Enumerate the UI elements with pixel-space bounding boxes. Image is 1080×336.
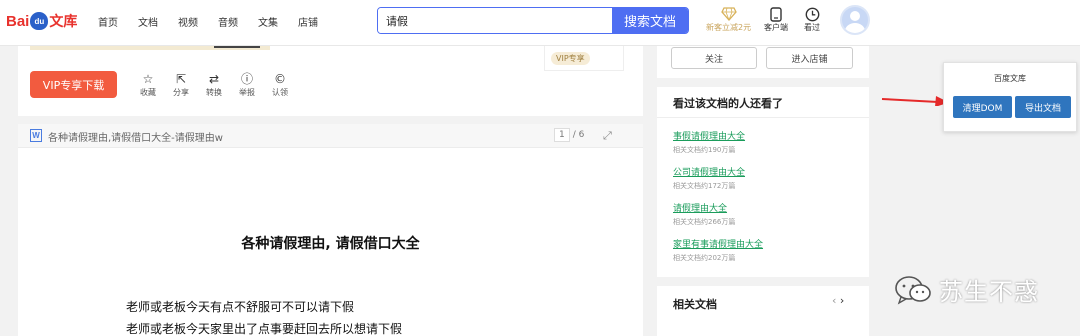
nav-collections[interactable]: 文集 <box>258 14 278 29</box>
share-label: 分享 <box>173 88 189 97</box>
logo-bai-text: Bai <box>6 12 30 30</box>
history-label: 看过 <box>804 23 820 32</box>
convert-icon: ⇄ <box>208 72 220 86</box>
list-item-title[interactable]: 事假请假理由大全 <box>673 129 745 142</box>
logo-wenku-text: 文库 <box>49 14 78 30</box>
nav-audio[interactable]: 音频 <box>218 14 238 29</box>
follow-button[interactable]: 关注 <box>671 47 757 69</box>
shop-card: 关注 进入店铺 <box>657 46 869 78</box>
client-label: 客户端 <box>764 23 788 32</box>
doc-actions: ☆ 收藏 ⇱ 分享 ⇄ 转换 ⓘ 举报 © 认领 <box>138 72 290 98</box>
user-avatar[interactable] <box>840 5 870 35</box>
doc-line: 老师或老板今天家里出了点事要赶回去所以想请下假 <box>126 322 403 336</box>
also-viewed-title: 看过该文档的人还看了 <box>673 97 783 110</box>
wechat-watermark: 苏生不惑 <box>893 272 1039 307</box>
page-indicator: 1 / 6 <box>554 128 584 142</box>
expand-icon[interactable]: ⤢ <box>603 129 612 143</box>
list-item-title[interactable]: 家里有事请假理由大全 <box>673 237 763 250</box>
related-pager: ‹ › <box>832 294 844 307</box>
banner-strip-dark <box>214 46 260 48</box>
doc-heading: 各种请假理由, 请假借口大全 <box>241 236 420 252</box>
doc-bar-title: 各种请假理由,请假借口大全-请假理由w <box>48 133 223 144</box>
search-input[interactable] <box>378 8 612 33</box>
main-nav: 首页 文档 视频 音频 文集 店铺 <box>98 14 318 29</box>
list-item[interactable]: 家里有事请假理由大全 相关文档约202万篇 <box>673 237 763 263</box>
share-action[interactable]: ⇱ 分享 <box>171 72 191 98</box>
search-box: 搜索文档 <box>377 7 689 34</box>
baidu-wenku-logo[interactable]: Bai du 文库 <box>6 7 77 35</box>
page-current-input[interactable]: 1 <box>554 128 570 142</box>
page-total: / 6 <box>572 130 585 140</box>
extension-title: 百度文库 <box>994 74 1026 83</box>
list-item-title[interactable]: 公司请假理由大全 <box>673 165 745 178</box>
nav-shops[interactable]: 店铺 <box>298 14 318 29</box>
also-viewed-card: 看过该文档的人还看了 事假请假理由大全 相关文档约190万篇 公司请假理由大全 … <box>657 87 869 277</box>
list-item[interactable]: 公司请假理由大全 相关文档约172万篇 <box>673 165 745 191</box>
doc-line: 老师或老板今天有点不舒服可不可以请下假 <box>126 300 355 314</box>
client-download[interactable]: 客户端 <box>764 6 788 33</box>
alert-icon: ⓘ <box>240 72 253 86</box>
vip-promo[interactable]: 新客立减2元 <box>706 6 751 33</box>
report-action[interactable]: ⓘ 举报 <box>237 72 257 98</box>
favorite-action[interactable]: ☆ 收藏 <box>138 72 158 98</box>
logo-paw-icon: du <box>30 12 49 30</box>
convert-action[interactable]: ⇄ 转换 <box>204 72 224 98</box>
list-item-subtitle: 相关文档约266万篇 <box>673 218 736 226</box>
nav-video[interactable]: 视频 <box>178 14 198 29</box>
doc-info-panel: VIP专享 VIP专享下载 ☆ 收藏 ⇱ 分享 ⇄ 转换 ⓘ 举报 © 认领 <box>18 46 643 116</box>
top-header: Bai du 文库 首页 文档 视频 音频 文集 店铺 搜索文档 新客立减2元 … <box>0 0 1080 46</box>
vip-download-button[interactable]: VIP专享下载 <box>30 71 117 98</box>
claim-label: 认领 <box>272 88 288 97</box>
list-item-subtitle: 相关文档约172万篇 <box>673 182 736 190</box>
phone-icon <box>768 6 784 22</box>
chevron-right-icon[interactable]: › <box>840 294 844 307</box>
vip-thumbnail[interactable]: VIP专享 <box>544 46 624 71</box>
vip-promo-text: 新客立减2元 <box>706 23 752 32</box>
clock-icon <box>804 6 820 22</box>
favorite-label: 收藏 <box>140 88 156 97</box>
convert-label: 转换 <box>206 88 222 97</box>
export-doc-button[interactable]: 导出文档 <box>1015 96 1071 118</box>
history[interactable]: 看过 <box>804 6 820 33</box>
clean-dom-button[interactable]: 清理DOM <box>953 96 1012 118</box>
related-docs-title: 相关文档 <box>673 298 717 311</box>
vip-thumb-label: VIP专享 <box>551 52 590 65</box>
enter-shop-button[interactable]: 进入店铺 <box>766 47 853 69</box>
claim-action[interactable]: © 认领 <box>270 72 290 98</box>
red-arrow-annotation <box>881 96 949 106</box>
related-docs-card: 相关文档 ‹ › <box>657 286 869 336</box>
divider <box>657 117 869 118</box>
nav-docs[interactable]: 文档 <box>138 14 158 29</box>
chevron-left-icon[interactable]: ‹ <box>832 294 836 307</box>
wechat-icon <box>895 275 931 305</box>
extension-popup: 百度文库 清理DOM 导出文档 <box>943 62 1077 132</box>
report-label: 举报 <box>239 88 255 97</box>
list-item[interactable]: 请假理由大全 相关文档约266万篇 <box>673 201 735 227</box>
star-icon: ☆ <box>142 72 154 86</box>
watermark-text: 苏生不惑 <box>939 278 1039 306</box>
list-item-subtitle: 相关文档约202万篇 <box>673 254 736 262</box>
share-icon: ⇱ <box>175 72 187 86</box>
diamond-icon <box>720 6 737 22</box>
list-item-title[interactable]: 请假理由大全 <box>673 201 735 214</box>
nav-home[interactable]: 首页 <box>98 14 118 29</box>
list-item-subtitle: 相关文档约190万篇 <box>673 146 736 154</box>
copyright-icon: © <box>274 72 286 86</box>
doc-title-bar: W 各种请假理由,请假借口大全-请假理由w 1 / 6 ⤢ <box>18 124 643 148</box>
list-item[interactable]: 事假请假理由大全 相关文档约190万篇 <box>673 129 745 155</box>
search-button[interactable]: 搜索文档 <box>612 8 688 33</box>
doc-page: 各种请假理由, 请假借口大全 老师或老板今天有点不舒服可不可以请下假 老师或老板… <box>18 148 643 336</box>
word-file-icon: W <box>30 129 42 142</box>
